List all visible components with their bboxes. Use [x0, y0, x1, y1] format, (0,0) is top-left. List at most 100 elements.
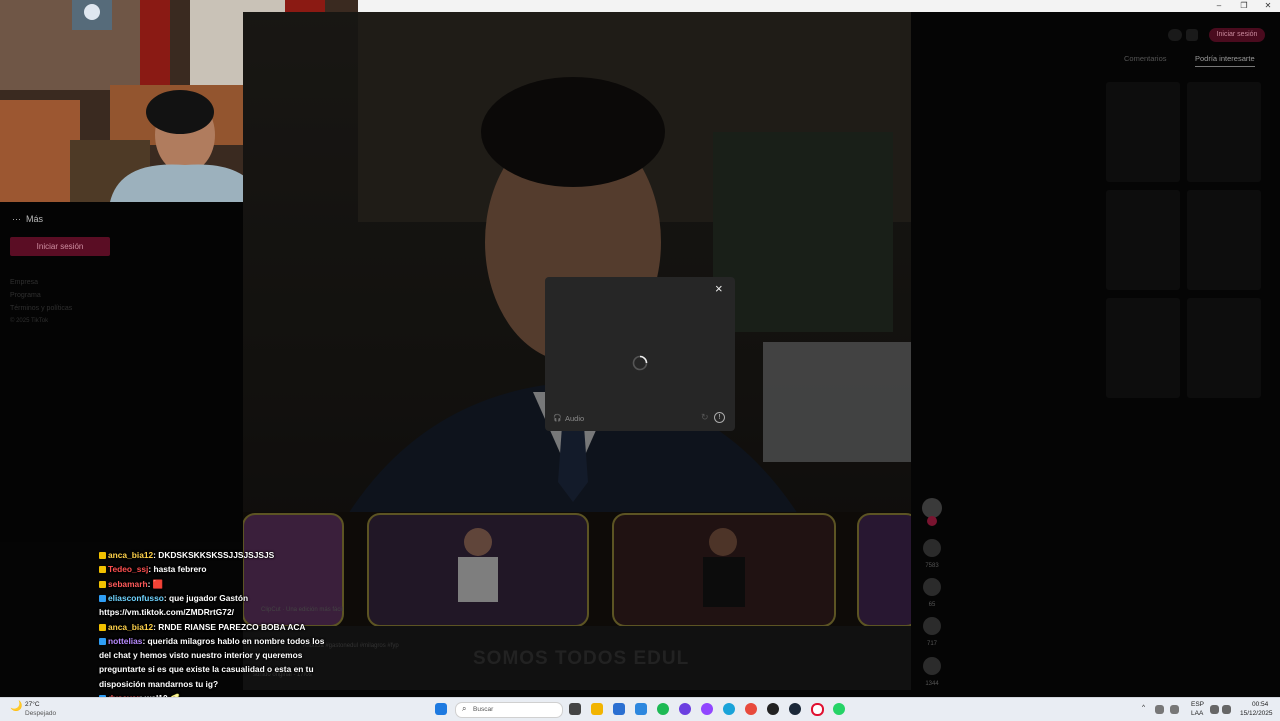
tray-icon[interactable]: [1155, 705, 1164, 714]
app-icon[interactable]: [679, 703, 691, 715]
chat-message: preguntarte si es que existe la casualid…: [99, 662, 314, 676]
headphones-icon: 🎧: [553, 415, 562, 422]
weather-temp[interactable]: 27°C: [25, 701, 40, 708]
volume-icon[interactable]: [1222, 705, 1231, 714]
app-icon[interactable]: [745, 703, 757, 715]
chat-message: eliasconfusso: que jugador Gastón: [99, 591, 248, 605]
loading-spinner-icon: [632, 355, 648, 371]
suggested-video-thumb[interactable]: [1187, 82, 1261, 182]
chat-badge-icon: [99, 566, 106, 574]
chat-text: preguntarte si es que existe la casualid…: [99, 664, 314, 675]
footer-link-company[interactable]: Empresa: [10, 279, 38, 286]
chat-text: : RNDE RIANSE PAREZCO BOBA ACA: [153, 621, 306, 632]
footer-link-program[interactable]: Programa: [10, 292, 41, 299]
chat-username[interactable]: eliasconfusso: [108, 593, 164, 603]
creator-avatar[interactable]: [922, 498, 942, 518]
restore-button[interactable]: ❐: [1234, 0, 1254, 12]
chat-username[interactable]: Tedeo_ssj: [108, 564, 148, 574]
comment-icon[interactable]: [923, 578, 941, 596]
audio-label: Audio: [565, 414, 585, 423]
search-placeholder: Buscar: [473, 706, 494, 713]
display-icon[interactable]: [1210, 705, 1219, 714]
microphone-icon[interactable]: [1170, 705, 1179, 714]
app-icon[interactable]: [767, 703, 779, 715]
tab-you-may-like[interactable]: Podría interesarte: [1195, 54, 1255, 67]
action-bar: 7583 65 717 1344: [918, 498, 946, 693]
edge-icon[interactable]: [723, 703, 735, 715]
footer-link-terms[interactable]: Términos y políticas: [10, 305, 72, 312]
task-view-icon[interactable]: [569, 703, 581, 715]
chat-text: : 🟥: [147, 578, 164, 589]
chat-username[interactable]: sebamarh: [108, 579, 148, 589]
more-label: Más: [26, 214, 44, 224]
stream-chat: anca_bia12: DKDSKSKKSKSSJJSJSJSJS Tedeo_s…: [96, 545, 356, 720]
chat-text: : querida milagros hablo en nombre todos…: [142, 635, 325, 646]
left-sidebar: ··· Más Iniciar sesión Empresa Programa …: [0, 202, 243, 542]
audio-modal: × 🎧 Audio ↻ !: [545, 277, 735, 431]
chat-username[interactable]: nottelias: [108, 636, 142, 646]
clock-time[interactable]: 00:54: [1252, 701, 1268, 708]
chat-text: https://vm.tiktok.com/ZMDRrtG72/: [99, 607, 234, 618]
language-top[interactable]: ESP: [1191, 701, 1204, 708]
clock-date[interactable]: 15/12/2025: [1240, 710, 1273, 717]
spotify-icon[interactable]: [657, 703, 669, 715]
app-icon[interactable]: [635, 703, 647, 715]
chat-message: disposición mandarnos tu ig?: [99, 677, 218, 691]
weather-desc[interactable]: Despejado: [25, 710, 56, 717]
chat-text: disposición mandarnos tu ig?: [99, 678, 219, 689]
suggested-video-thumb[interactable]: [1187, 298, 1261, 398]
chat-message: Tedeo_ssj: hasta febrero: [99, 562, 207, 576]
chat-username[interactable]: anca_bia12: [108, 550, 153, 560]
chat-message: https://vm.tiktok.com/ZMDRrtG72/: [99, 605, 234, 619]
opera-icon[interactable]: [811, 703, 824, 716]
windows-start-icon[interactable]: [435, 703, 447, 715]
chat-username[interactable]: anca_bia12: [108, 622, 153, 632]
like-count: 7583: [925, 563, 939, 569]
taskbar-search[interactable]: ⌕ Buscar: [455, 702, 563, 718]
close-window-button[interactable]: ✕: [1258, 0, 1278, 12]
chat-text: del chat y hemos visto nuestro interior …: [99, 650, 303, 661]
chat-badge-icon: [99, 594, 106, 602]
share-icon[interactable]: [923, 657, 941, 675]
suggested-video-thumb[interactable]: [1187, 190, 1261, 290]
refresh-icon[interactable]: ↻: [701, 412, 709, 423]
chat-badge-icon: [99, 580, 106, 588]
search-icon: ⌕: [462, 704, 467, 713]
steam-icon[interactable]: [789, 703, 801, 715]
app-icon[interactable]: [701, 703, 713, 715]
info-icon[interactable]: !: [714, 412, 725, 423]
windows-taskbar: 🌙 27°C Despejado ⌕ Buscar ^ ESP LAA 00:5…: [0, 697, 1280, 721]
sidebar-login-button[interactable]: Iniciar sesión: [10, 237, 110, 256]
app-icon[interactable]: [613, 703, 625, 715]
chevron-up-icon[interactable]: ^: [1142, 704, 1145, 711]
more-menu-item[interactable]: ··· Más: [12, 214, 43, 224]
follow-plus-icon[interactable]: [927, 516, 937, 526]
suggested-video-thumb[interactable]: [1106, 82, 1180, 182]
close-icon[interactable]: ×: [715, 281, 723, 296]
language-bottom[interactable]: LAA: [1191, 710, 1203, 717]
chat-text: : que jugador Gastón: [163, 592, 249, 603]
video-banner-text: SOMOS TODOS EDUL: [473, 648, 690, 669]
bookmark-icon[interactable]: [923, 617, 941, 635]
tab-comments[interactable]: Comentarios: [1124, 54, 1167, 63]
chat-message: anca_bia12: DKDSKSKKSKSSJJSJSJSJS: [99, 548, 274, 562]
chat-message: del chat y hemos visto nuestro interior …: [99, 648, 302, 662]
suggested-video-thumb[interactable]: [1106, 190, 1180, 290]
minimize-button[interactable]: –: [1209, 0, 1229, 12]
share-count: 1344: [925, 681, 939, 687]
suggested-video-thumb[interactable]: [1106, 298, 1180, 398]
file-explorer-icon[interactable]: [591, 703, 603, 715]
chat-message: sebamarh: 🟥: [99, 577, 163, 591]
chat-badge-icon: [99, 623, 106, 631]
chat-badge-icon: [99, 637, 106, 645]
chat-message: nottelias: querida milagros hablo en nom…: [99, 634, 324, 648]
chat-text: : hasta febrero: [148, 564, 207, 575]
whatsapp-icon[interactable]: [833, 703, 845, 715]
heart-icon[interactable]: [923, 539, 941, 557]
copyright-text: © 2025 TikTok: [10, 318, 49, 324]
chat-message: anca_bia12: RNDE RIANSE PAREZCO BOBA ACA: [99, 620, 305, 634]
comment-count: 65: [928, 602, 936, 608]
more-icon: ···: [12, 214, 21, 224]
browser-title-bar: – ❐ ✕: [358, 0, 1280, 12]
weather-moon-icon: 🌙: [10, 701, 23, 712]
